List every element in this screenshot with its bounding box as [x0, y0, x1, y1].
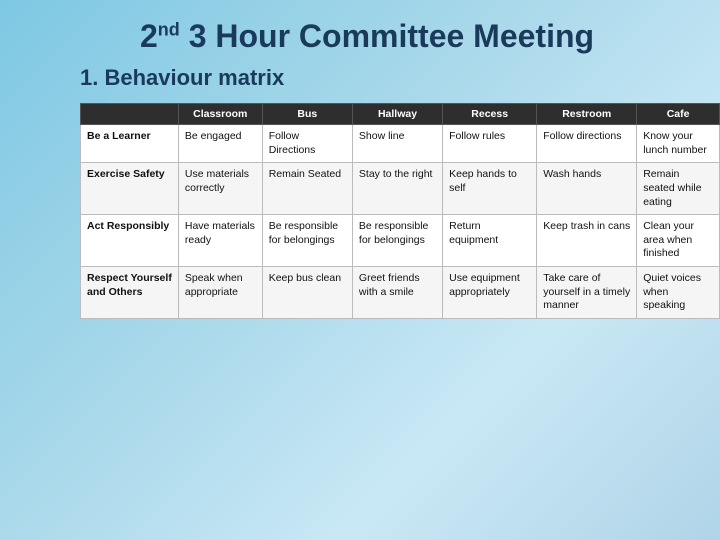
behaviour-matrix-table: Classroom Bus Hallway Recess Restroom Ca… [80, 103, 720, 319]
cell-3-3: Use equipment appropriately [443, 267, 537, 319]
table-body: Be a LearnerBe engagedFollow DirectionsS… [81, 125, 720, 319]
header-row: Classroom Bus Hallway Recess Restroom Ca… [81, 104, 720, 125]
page-title: 2nd 3 Hour Committee Meeting [140, 18, 680, 55]
cell-0-5: Know your lunch number [637, 125, 720, 163]
cell-0-2: Show line [352, 125, 442, 163]
cell-1-4: Wash hands [537, 163, 637, 215]
page-container: 2nd 3 Hour Committee Meeting 1. Behaviou… [0, 0, 720, 540]
table-row: Be a LearnerBe engagedFollow DirectionsS… [81, 125, 720, 163]
subtitle: 1. Behaviour matrix [80, 65, 680, 91]
cell-2-2: Be responsible for belongings [352, 215, 442, 267]
cell-0-1: Follow Directions [262, 125, 352, 163]
cell-3-0: Speak when appropriate [178, 267, 262, 319]
cell-2-3: Return equipment [443, 215, 537, 267]
row-header-1: Exercise Safety [81, 163, 179, 215]
cell-1-1: Remain Seated [262, 163, 352, 215]
cell-2-4: Keep trash in cans [537, 215, 637, 267]
table-header: Classroom Bus Hallway Recess Restroom Ca… [81, 104, 720, 125]
header-col-restroom: Restroom [537, 104, 637, 125]
cell-2-5: Clean your area when finished [637, 215, 720, 267]
title-superscript: nd [158, 19, 180, 39]
header-col-classroom: Classroom [178, 104, 262, 125]
cell-1-0: Use materials correctly [178, 163, 262, 215]
table-wrapper: Classroom Bus Hallway Recess Restroom Ca… [80, 103, 670, 319]
cell-1-5: Remain seated while eating [637, 163, 720, 215]
cell-2-0: Have materials ready [178, 215, 262, 267]
title-main: 3 Hour Committee Meeting [189, 18, 594, 54]
cell-3-5: Quiet voices when speaking [637, 267, 720, 319]
cell-3-4: Take care of yourself in a timely manner [537, 267, 637, 319]
cell-0-0: Be engaged [178, 125, 262, 163]
table-row: Respect Yourself and OthersSpeak when ap… [81, 267, 720, 319]
cell-1-2: Stay to the right [352, 163, 442, 215]
cell-1-3: Keep hands to self [443, 163, 537, 215]
row-header-3: Respect Yourself and Others [81, 267, 179, 319]
title-number: 2 [140, 18, 158, 54]
header-col-recess: Recess [443, 104, 537, 125]
row-header-2: Act Responsibly [81, 215, 179, 267]
cell-2-1: Be responsible for belongings [262, 215, 352, 267]
header-col-cafe: Cafe [637, 104, 720, 125]
table-row: Act ResponsiblyHave materials readyBe re… [81, 215, 720, 267]
header-col-hallway: Hallway [352, 104, 442, 125]
row-header-0: Be a Learner [81, 125, 179, 163]
cell-0-4: Follow directions [537, 125, 637, 163]
cell-0-3: Follow rules [443, 125, 537, 163]
header-col-bus: Bus [262, 104, 352, 125]
header-col-0 [81, 104, 179, 125]
table-row: Exercise SafetyUse materials correctlyRe… [81, 163, 720, 215]
cell-3-1: Keep bus clean [262, 267, 352, 319]
cell-3-2: Greet friends with a smile [352, 267, 442, 319]
